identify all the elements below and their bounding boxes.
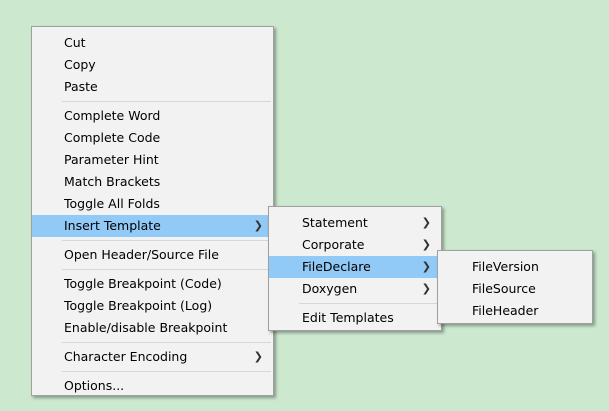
context-menu: Cut Copy Paste Complete Word Complete Co… [31, 26, 274, 396]
filedeclare-submenu: FileVersion FileSource FileHeader [437, 250, 593, 324]
chevron-right-icon: ❯ [421, 216, 431, 229]
chevron-right-icon: ❯ [253, 219, 263, 232]
menu-item-toggle-breakpoint-code[interactable]: Toggle Breakpoint (Code) [32, 273, 273, 295]
menu-item-label: FileVersion [472, 259, 539, 274]
menu-item-label: Open Header/Source File [64, 247, 219, 262]
menu-item-label: FileDeclare [302, 259, 371, 274]
menu-item-character-encoding[interactable]: Character Encoding ❯ [32, 346, 273, 368]
menu-item-label: Toggle Breakpoint (Code) [64, 276, 222, 291]
chevron-right-icon: ❯ [421, 282, 431, 295]
menu-item-toggle-all-folds[interactable]: Toggle All Folds [32, 193, 273, 215]
menu-item-label: Cut [64, 35, 86, 50]
menu-item-label: Toggle Breakpoint (Log) [64, 298, 213, 313]
menu-item-complete-word[interactable]: Complete Word [32, 105, 273, 127]
menu-item-options[interactable]: Options... [32, 375, 273, 397]
menu-separator [62, 269, 271, 270]
menu-item-cut[interactable]: Cut [32, 32, 273, 54]
menu-item-fileversion[interactable]: FileVersion [438, 256, 592, 278]
menu-item-copy[interactable]: Copy [32, 54, 273, 76]
chevron-right-icon: ❯ [421, 260, 431, 273]
chevron-right-icon: ❯ [421, 238, 431, 251]
menu-item-parameter-hint[interactable]: Parameter Hint [32, 149, 273, 171]
menu-item-label: Character Encoding [64, 349, 188, 364]
menu-item-statement[interactable]: Statement ❯ [269, 212, 441, 234]
menu-item-match-brackets[interactable]: Match Brackets [32, 171, 273, 193]
menu-item-corporate[interactable]: Corporate ❯ [269, 234, 441, 256]
menu-item-complete-code[interactable]: Complete Code [32, 127, 273, 149]
menu-item-label: FileSource [472, 281, 536, 296]
menu-separator [299, 303, 439, 304]
menu-item-doxygen[interactable]: Doxygen ❯ [269, 278, 441, 300]
menu-item-insert-template[interactable]: Insert Template ❯ [32, 215, 273, 237]
menu-item-label: Complete Word [64, 108, 161, 123]
menu-item-fileheader[interactable]: FileHeader [438, 300, 592, 322]
menu-item-label: Statement [302, 215, 368, 230]
menu-item-label: FileHeader [472, 303, 539, 318]
menu-item-label: Insert Template [64, 218, 161, 233]
menu-item-edit-templates[interactable]: Edit Templates [269, 307, 441, 329]
menu-separator [62, 240, 271, 241]
menu-item-filedeclare[interactable]: FileDeclare ❯ [269, 256, 441, 278]
menu-item-label: Match Brackets [64, 174, 161, 189]
menu-item-open-header-source[interactable]: Open Header/Source File [32, 244, 273, 266]
menu-item-toggle-breakpoint-log[interactable]: Toggle Breakpoint (Log) [32, 295, 273, 317]
menu-item-label: Enable/disable Breakpoint [64, 320, 228, 335]
menu-item-label: Edit Templates [302, 310, 394, 325]
menu-item-label: Doxygen [302, 281, 358, 296]
menu-item-label: Paste [64, 79, 98, 94]
menu-item-enable-disable-breakpoint[interactable]: Enable/disable Breakpoint [32, 317, 273, 339]
menu-item-filesource[interactable]: FileSource [438, 278, 592, 300]
menu-item-label: Complete Code [64, 130, 161, 145]
insert-template-submenu: Statement ❯ Corporate ❯ FileDeclare ❯ Doxyg… [268, 206, 442, 331]
menu-item-label: Toggle All Folds [64, 196, 160, 211]
menu-item-label: Copy [64, 57, 96, 72]
menu-item-label: Parameter Hint [64, 152, 159, 167]
menu-item-paste[interactable]: Paste [32, 76, 273, 98]
menu-item-label: Corporate [302, 237, 365, 252]
menu-separator [62, 371, 271, 372]
menu-separator [62, 342, 271, 343]
chevron-right-icon: ❯ [253, 350, 263, 363]
menu-separator [62, 101, 271, 102]
menu-item-label: Options... [64, 378, 125, 393]
